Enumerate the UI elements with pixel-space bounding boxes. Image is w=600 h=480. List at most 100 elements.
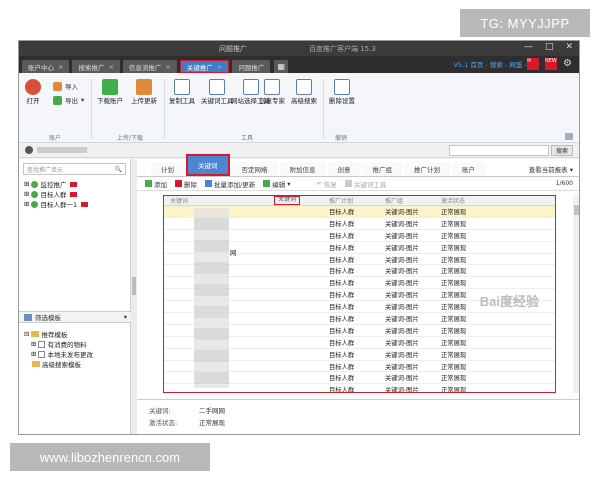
cell-status[interactable]: 正常展现 [441, 219, 501, 228]
cell-group[interactable]: 关键词-图片 [385, 338, 441, 347]
cell-status[interactable]: 正常展现 [441, 326, 501, 335]
copy-tool-button[interactable]: 复制工具 [169, 79, 195, 105]
cell-group[interactable]: 关键词-图片 [385, 219, 441, 228]
expand-icon[interactable]: ⊞ [24, 200, 29, 208]
advanced-search-button[interactable]: 高级搜索 [291, 79, 317, 105]
search-icon[interactable]: 🔍 [115, 166, 122, 173]
collapse-icon[interactable]: ⊟ [24, 330, 29, 338]
cell-status[interactable]: 正常展现 [441, 362, 501, 371]
tab-question-promo[interactable]: 问题推广 [232, 60, 271, 73]
table-scrollbar[interactable] [573, 195, 579, 393]
tree-item[interactable]: ⊞ 监控推广 [19, 179, 130, 189]
download-account-button[interactable]: 下载账户 [97, 79, 123, 105]
cell-group[interactable]: 关键词-图片 [385, 314, 441, 323]
cell-group[interactable]: 关键词-图片 [385, 326, 441, 335]
filter-tree-item[interactable]: ⊞ 本地未发布更改 [19, 349, 131, 359]
splitter-grip[interactable] [132, 277, 136, 295]
expand-icon[interactable]: ⊞ [31, 340, 36, 348]
column-header-plan[interactable]: 推广计划 [329, 196, 385, 205]
cell-status[interactable]: 正常展现 [441, 243, 501, 252]
cell-group[interactable]: 关键词-图片 [385, 278, 441, 287]
filter-tree-item[interactable]: ⊟ 推荐模板 [19, 329, 131, 339]
close-icon[interactable]: × [58, 63, 63, 71]
cell-status[interactable]: 正常展现 [441, 207, 501, 216]
tab-extra-info[interactable]: 附加信息 [279, 162, 326, 176]
cell-status[interactable]: 正常展现 [441, 231, 501, 240]
cell-status[interactable]: 正常展现 [441, 350, 501, 359]
cell-group[interactable]: 关键词-图片 [385, 350, 441, 359]
tab-account-center[interactable]: 账户中心 × [22, 60, 70, 73]
cell-plan[interactable]: 目标人群 [329, 385, 385, 392]
tab-negative[interactable]: 否定网络 [231, 162, 278, 176]
restore-button[interactable]: ↶ 恢复 [316, 179, 336, 189]
delete-button[interactable]: 删除 [175, 179, 197, 189]
column-header-keyword[interactable]: 关键词 关键词 [164, 196, 329, 205]
version-links[interactable]: V5.1 首页 - 搜索 - 网盟 - ... [454, 59, 535, 69]
tab-plan[interactable]: 计划 [151, 162, 184, 176]
cell-plan[interactable]: 目标人群 [329, 207, 385, 216]
unit-search-input[interactable]: 查找推广单元 🔍 [23, 163, 126, 175]
filter-tree-item[interactable]: 高级搜索模板 [19, 359, 131, 369]
cell-group[interactable]: 关键词-图片 [385, 373, 441, 382]
cell-plan[interactable]: 目标人群 [329, 278, 385, 287]
creative-expert-button[interactable]: 创意专家 [259, 79, 285, 105]
cell-group[interactable]: 关键词-图片 [385, 255, 441, 264]
new-badge-icon[interactable]: NEW [545, 58, 557, 70]
column-header-keyword-highlight[interactable]: 关键词 [274, 196, 301, 205]
search-input[interactable] [449, 145, 549, 156]
column-header-status[interactable]: 激活状态 [441, 196, 501, 205]
add-button[interactable]: 添加 [145, 179, 167, 189]
cell-plan[interactable]: 目标人群 [329, 350, 385, 359]
tab-creative[interactable]: 创意 [327, 162, 361, 176]
cell-group[interactable]: 关键词-图片 [385, 362, 441, 371]
cell-plan[interactable]: 目标人群 [329, 266, 385, 275]
tab-search-promo[interactable]: 搜索推广 × [72, 60, 120, 73]
keyword-tool-link[interactable]: 关键词工具 [344, 179, 386, 189]
gear-icon[interactable]: ⚙ [563, 58, 575, 70]
cell-plan[interactable]: 目标人群 [329, 255, 385, 264]
report-dropdown[interactable]: 查看当前报表 ▾ [529, 164, 573, 174]
detail-keyword-value[interactable]: 二手网网 [199, 405, 225, 415]
maximize-button[interactable]: □ [545, 42, 554, 52]
tab-campaign[interactable]: 推广计划 [404, 162, 450, 176]
tab-account[interactable]: 账户 [452, 162, 485, 176]
edit-button[interactable]: 编辑 ▾ [263, 179, 290, 189]
expand-icon[interactable]: ⊞ [31, 350, 36, 358]
minimize-button[interactable]: — [524, 42, 533, 52]
cell-group[interactable]: 关键词-图片 [385, 207, 441, 216]
cell-group[interactable]: 关键词-图片 [385, 302, 441, 311]
cell-group[interactable]: 关键词-图片 [385, 385, 441, 392]
upload-update-button[interactable]: 上传更新 [131, 79, 157, 105]
cell-plan[interactable]: 目标人群 [329, 302, 385, 311]
column-header-group[interactable]: 推广组 [385, 196, 441, 205]
cell-plan[interactable]: 目标人群 [329, 231, 385, 240]
cell-group[interactable]: 关键词-图片 [385, 243, 441, 252]
import-button[interactable]: 导入 [53, 81, 78, 91]
cell-status[interactable]: 正常展现 [441, 314, 501, 323]
chevron-down-icon[interactable]: ▾ [124, 313, 127, 321]
grid-icon[interactable]: ▦ [274, 60, 289, 73]
cell-plan[interactable]: 目标人群 [329, 338, 385, 347]
cell-plan[interactable]: 目标人群 [329, 243, 385, 252]
cell-plan[interactable]: 目标人群 [329, 290, 385, 299]
delete-settings-button[interactable]: 删除设置 [329, 79, 355, 105]
cell-group[interactable]: 关键词-图片 [385, 290, 441, 299]
cell-status[interactable]: 正常展现 [441, 278, 501, 287]
cell-plan[interactable]: 目标人群 [329, 219, 385, 228]
cell-plan[interactable]: 目标人群 [329, 362, 385, 371]
search-button[interactable]: 搜索 [551, 145, 573, 156]
expand-icon[interactable]: ⊞ [24, 190, 29, 198]
tab-adgroup[interactable]: 推广组 [362, 162, 402, 176]
tab-keyword-promo[interactable]: 关键推广 × [179, 60, 230, 73]
filter-tree-item[interactable]: ⊞ 有消费的物料 [19, 339, 131, 349]
batch-add-button[interactable]: 批量添加/更新 [205, 179, 255, 189]
cell-group[interactable]: 关键词-图片 [385, 231, 441, 240]
keyword-tool-button[interactable]: 关键词工具 [201, 79, 234, 105]
tab-keyword[interactable]: 关键词 [186, 154, 230, 176]
cell-status[interactable]: 正常展现 [441, 255, 501, 264]
cell-status[interactable]: 正常展现 [441, 373, 501, 382]
close-button[interactable]: ✕ [565, 42, 573, 52]
tab-feed-promo[interactable]: 信息流推广 × [122, 60, 177, 73]
expand-icon[interactable]: ⊞ [24, 180, 29, 188]
cell-plan[interactable]: 目标人群 [329, 314, 385, 323]
